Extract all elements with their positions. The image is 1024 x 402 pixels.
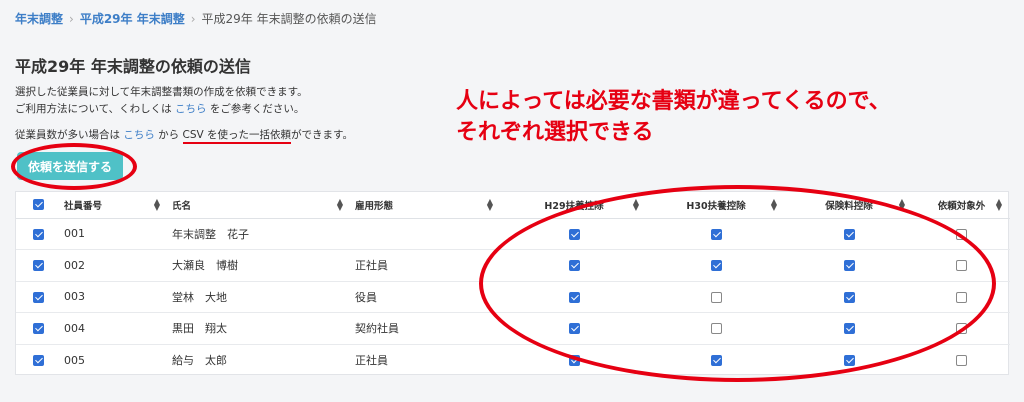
description-line-2: ご利用方法について、くわしくは こちら をご参考ください。 (15, 101, 304, 116)
breadcrumb-link-nenmatsu[interactable]: 年末調整 (15, 10, 63, 27)
sort-icon[interactable]: ▲ ▼ (487, 198, 493, 212)
emp-no-cell: 002 (60, 249, 168, 282)
breadcrumb: 年末調整 › 平成29年 年末調整 › 平成29年 年末調整の依頼の送信 (15, 10, 377, 27)
employee-table: 社員番号 ▲ ▼ 氏名 ▲ ▼ 雇用形態 ▲ ▼ H29扶養控除 ▲ ▼ H30扶養控除 ▲ ▼ 保… (15, 191, 1010, 376)
exclude-checkbox[interactable] (956, 260, 967, 272)
annotation-line-2: それぞれ選択できる (456, 120, 654, 145)
select-all-checkbox[interactable] (32, 199, 44, 211)
column-header-employment[interactable]: 雇用形態 ▲ ▼ (351, 192, 501, 219)
employment-cell (351, 218, 501, 250)
annotation-line-1: 人によっては必要な書類が違ってくるので、 (456, 89, 891, 114)
help-link[interactable]: こちら (175, 103, 207, 115)
insurance-checkbox[interactable] (843, 260, 855, 272)
employment-cell: 正社員 (355, 354, 388, 367)
desc3-prefix: 従業員数が多い場合は (15, 129, 124, 141)
sort-icon[interactable]: ▲ ▼ (154, 198, 160, 212)
breadcrumb-current: 平成29年 年末調整の依頼の送信 (201, 12, 377, 26)
description-line-3: 従業員数が多い場合は こちら から CSV を使った一括依頼ができます。 (15, 127, 354, 144)
table-header-row: 社員番号 ▲ ▼ 氏名 ▲ ▼ 雇用形態 ▲ ▼ H29扶養控除 ▲ ▼ H30扶養控除 ▲ ▼ 保… (16, 192, 1010, 219)
sort-icon[interactable]: ▲ ▼ (899, 198, 905, 212)
table-row: 003 堂林 大地 役員 (16, 281, 1010, 313)
desc3-suffix: ができます。 (291, 129, 354, 141)
page-title: 平成29年 年末調整の依頼の送信 (15, 57, 251, 76)
h30-checkbox[interactable] (710, 323, 722, 335)
exclude-checkbox[interactable] (956, 355, 967, 366)
h30-checkbox[interactable] (710, 355, 722, 366)
breadcrumb-link-h29[interactable]: 平成29年 年末調整 (80, 10, 185, 27)
insurance-checkbox[interactable] (843, 291, 855, 303)
chevron-right-icon: › (69, 11, 74, 26)
exclude-checkbox[interactable] (956, 228, 967, 240)
sort-icon[interactable]: ▲ ▼ (771, 198, 777, 212)
sort-icon[interactable]: ▲ ▼ (633, 198, 639, 212)
chevron-right-icon: › (190, 11, 196, 26)
column-header-h30[interactable]: H30扶養控除 ▲ ▼ (647, 192, 785, 219)
exclude-checkbox[interactable] (956, 291, 967, 303)
row-select-checkbox[interactable] (32, 355, 44, 366)
table-row: 004 黒田 翔太 契約社員 (16, 312, 1010, 345)
name-cell: 大瀬良 博樹 (168, 249, 351, 282)
table-row: 005 給与 太郎 正社員 (16, 344, 1010, 376)
insurance-checkbox[interactable] (843, 355, 855, 366)
employment-cell: 役員 (351, 281, 501, 313)
h29-checkbox[interactable] (568, 260, 580, 272)
sort-icon[interactable]: ▲ ▼ (996, 198, 1002, 212)
select-all-header[interactable] (16, 192, 60, 219)
description-line-1: 選択した従業員に対して年末調整書類の作成を依頼できます。 (15, 86, 308, 98)
column-header-insurance[interactable]: 保険料控除 ▲ ▼ (785, 192, 913, 219)
desc2-suffix: をご参考ください。 (206, 103, 305, 115)
h29-checkbox[interactable] (568, 228, 580, 240)
table-row: 002 大瀬良 博樹 正社員 (16, 249, 1010, 282)
desc2-prefix: ご利用方法について、くわしくは (15, 103, 175, 115)
h30-checkbox[interactable] (710, 228, 722, 240)
sort-icon[interactable]: ▲ ▼ (337, 198, 343, 212)
h29-checkbox[interactable] (568, 291, 580, 303)
exclude-checkbox[interactable] (956, 323, 967, 335)
table-row: 001 年末調整 花子 (16, 218, 1010, 250)
column-header-exclude[interactable]: 依頼対象外 ▲ ▼ (913, 192, 1010, 219)
emp-no-cell: 004 (60, 312, 168, 345)
emp-no-cell: 001 (60, 218, 168, 250)
name-cell: 年末調整 花子 (168, 218, 351, 250)
name-cell: 給与 太郎 (172, 354, 227, 367)
h29-checkbox[interactable] (568, 355, 580, 366)
csv-bulk-text: CSV を使った一括依頼 (182, 129, 292, 144)
name-cell: 黒田 翔太 (168, 312, 351, 345)
column-header-name[interactable]: 氏名 ▲ ▼ (168, 192, 351, 219)
emp-no-cell: 005 (64, 353, 85, 367)
h30-checkbox[interactable] (710, 260, 722, 272)
employment-cell: 契約社員 (351, 312, 501, 345)
row-select-checkbox[interactable] (32, 291, 44, 303)
csv-link[interactable]: こちら (123, 129, 155, 141)
row-select-checkbox[interactable] (32, 228, 44, 240)
name-cell: 堂林 大地 (168, 281, 351, 313)
insurance-checkbox[interactable] (843, 228, 855, 240)
column-header-h29[interactable]: H29扶養控除 ▲ ▼ (501, 192, 647, 219)
h29-checkbox[interactable] (568, 323, 580, 335)
emp-no-cell: 003 (60, 281, 168, 313)
column-header-emp-no[interactable]: 社員番号 ▲ ▼ (60, 192, 168, 219)
row-select-checkbox[interactable] (32, 260, 44, 272)
send-request-button[interactable]: 依頼を送信する (17, 152, 123, 180)
insurance-checkbox[interactable] (843, 323, 855, 335)
desc3-mid: から (154, 129, 183, 141)
row-select-checkbox[interactable] (32, 323, 44, 335)
employment-cell: 正社員 (351, 249, 501, 282)
h30-checkbox[interactable] (710, 291, 722, 303)
